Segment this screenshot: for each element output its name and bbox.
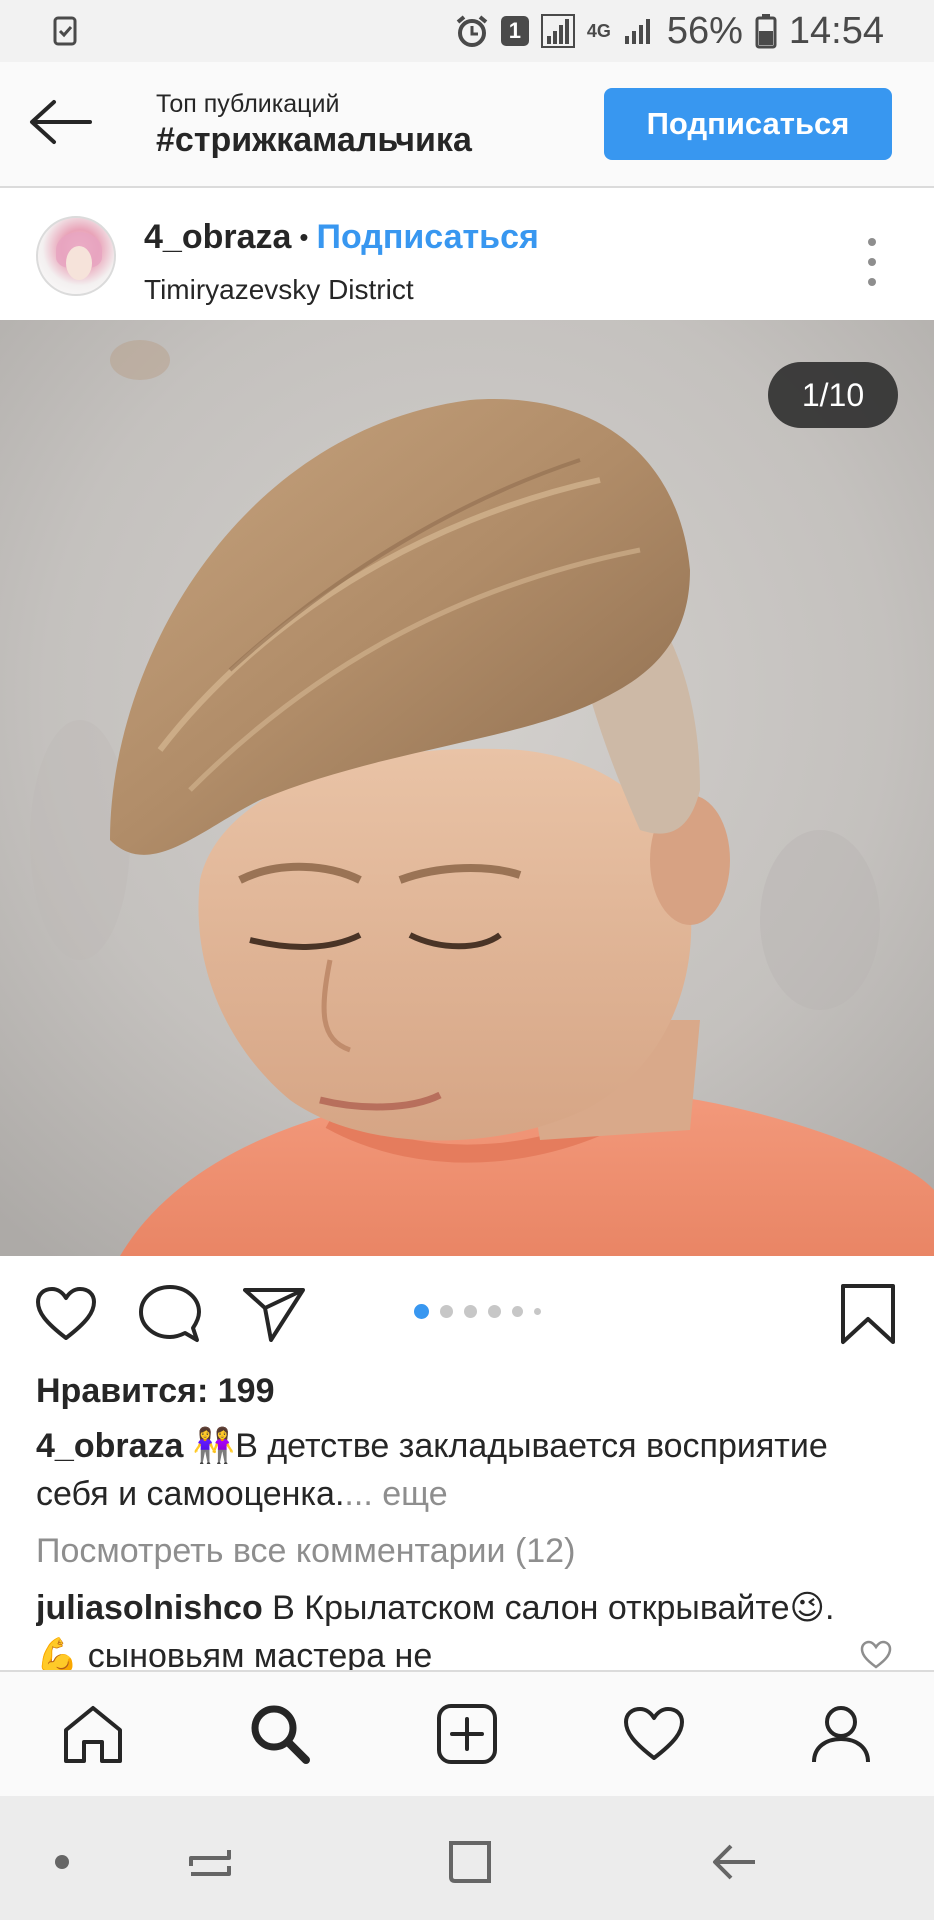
status-bar: 1 4G 56% 14:54: [0, 0, 934, 62]
add-post-icon: [436, 1703, 498, 1770]
carousel-counter: 1/10: [768, 362, 898, 428]
top-header: Топ публикаций #стрижкамальчика Подписат…: [0, 62, 934, 188]
follow-hashtag-button[interactable]: Подписаться: [604, 88, 892, 160]
sim-badge: 1: [500, 16, 529, 46]
comment-like-button[interactable]: [860, 1640, 892, 1670]
alarm-icon: [455, 14, 489, 48]
nav-add-post[interactable]: [431, 1700, 503, 1772]
post-username[interactable]: 4_obraza: [144, 218, 291, 257]
carousel-dot: [464, 1305, 477, 1318]
post-location[interactable]: Timiryazevsky District: [144, 274, 414, 306]
profile-icon: [810, 1703, 872, 1770]
carousel-dot: [512, 1306, 523, 1317]
dot-icon: [54, 1854, 70, 1875]
avatar[interactable]: [36, 216, 116, 296]
signal-icon: [540, 14, 575, 48]
caption-emoji: 👭: [192, 1427, 236, 1465]
task-notification-icon: [50, 15, 80, 47]
carousel-indicator: [414, 1304, 541, 1319]
share-button[interactable]: [242, 1284, 306, 1348]
home-icon: [62, 1704, 124, 1769]
header-subtitle: Топ публикаций: [156, 90, 340, 118]
carousel-dot: [440, 1305, 453, 1318]
nav-profile[interactable]: [805, 1700, 877, 1772]
arrow-left-icon: [28, 98, 92, 151]
heart-icon: [623, 1706, 685, 1767]
save-button[interactable]: [836, 1283, 900, 1350]
home-system-button[interactable]: [440, 1834, 500, 1894]
carousel-dot: [488, 1305, 501, 1318]
post-header: 4_obraza • Подписаться Timiryazevsky Dis…: [0, 190, 934, 320]
likes-count[interactable]: Нравится: 199: [36, 1372, 274, 1411]
clock: 14:54: [788, 9, 884, 52]
caption-more-link[interactable]: ... еще: [344, 1475, 447, 1513]
signal-icon-2: [623, 16, 655, 46]
caption-username[interactable]: 4_obraza: [36, 1427, 183, 1465]
back-arrow-icon: [711, 1840, 757, 1889]
square-home-icon: [447, 1839, 493, 1890]
more-dot-icon: [868, 238, 876, 246]
send-icon: [243, 1286, 305, 1347]
battery-icon: [755, 13, 777, 49]
carousel-dot: [534, 1308, 541, 1315]
bottom-nav: [0, 1670, 934, 1796]
comment-username[interactable]: juliasolnishco: [36, 1589, 263, 1627]
comment-button[interactable]: [138, 1284, 202, 1348]
nav-activity[interactable]: [618, 1700, 690, 1772]
heart-icon: [35, 1286, 97, 1347]
header-titles: Топ публикаций #стрижкамальчика: [156, 90, 472, 160]
nav-search[interactable]: [244, 1700, 316, 1772]
system-nav-bar: [0, 1796, 934, 1920]
like-button[interactable]: [34, 1284, 98, 1348]
carousel-dot-active: [414, 1304, 429, 1319]
more-options-button[interactable]: [854, 232, 890, 292]
recent-apps-icon: [187, 1842, 233, 1887]
comment-icon: [139, 1284, 201, 1349]
recent-apps-button[interactable]: [180, 1834, 240, 1894]
view-comments-link[interactable]: Посмотреть все комментарии (12): [36, 1532, 575, 1571]
battery-percent: 56%: [666, 9, 743, 52]
comment-preview: juliasolnishco В Крылатском салон открыв…: [36, 1584, 856, 1670]
hashtag-title: #стрижкамальчика: [156, 121, 472, 159]
search-icon: [248, 1702, 312, 1771]
back-system-button[interactable]: [704, 1834, 764, 1894]
caption: 4_obraza 👭В детстве закладывается воспри…: [36, 1422, 906, 1518]
follow-user-link[interactable]: Подписаться: [317, 218, 539, 257]
sys-dot-button[interactable]: [32, 1834, 92, 1894]
back-button[interactable]: [28, 94, 92, 154]
separator-dot: •: [299, 222, 309, 252]
nav-home[interactable]: [57, 1700, 129, 1772]
post-photo[interactable]: [0, 320, 934, 1256]
bookmark-icon: [840, 1283, 896, 1350]
network-type: 4G: [586, 21, 611, 41]
